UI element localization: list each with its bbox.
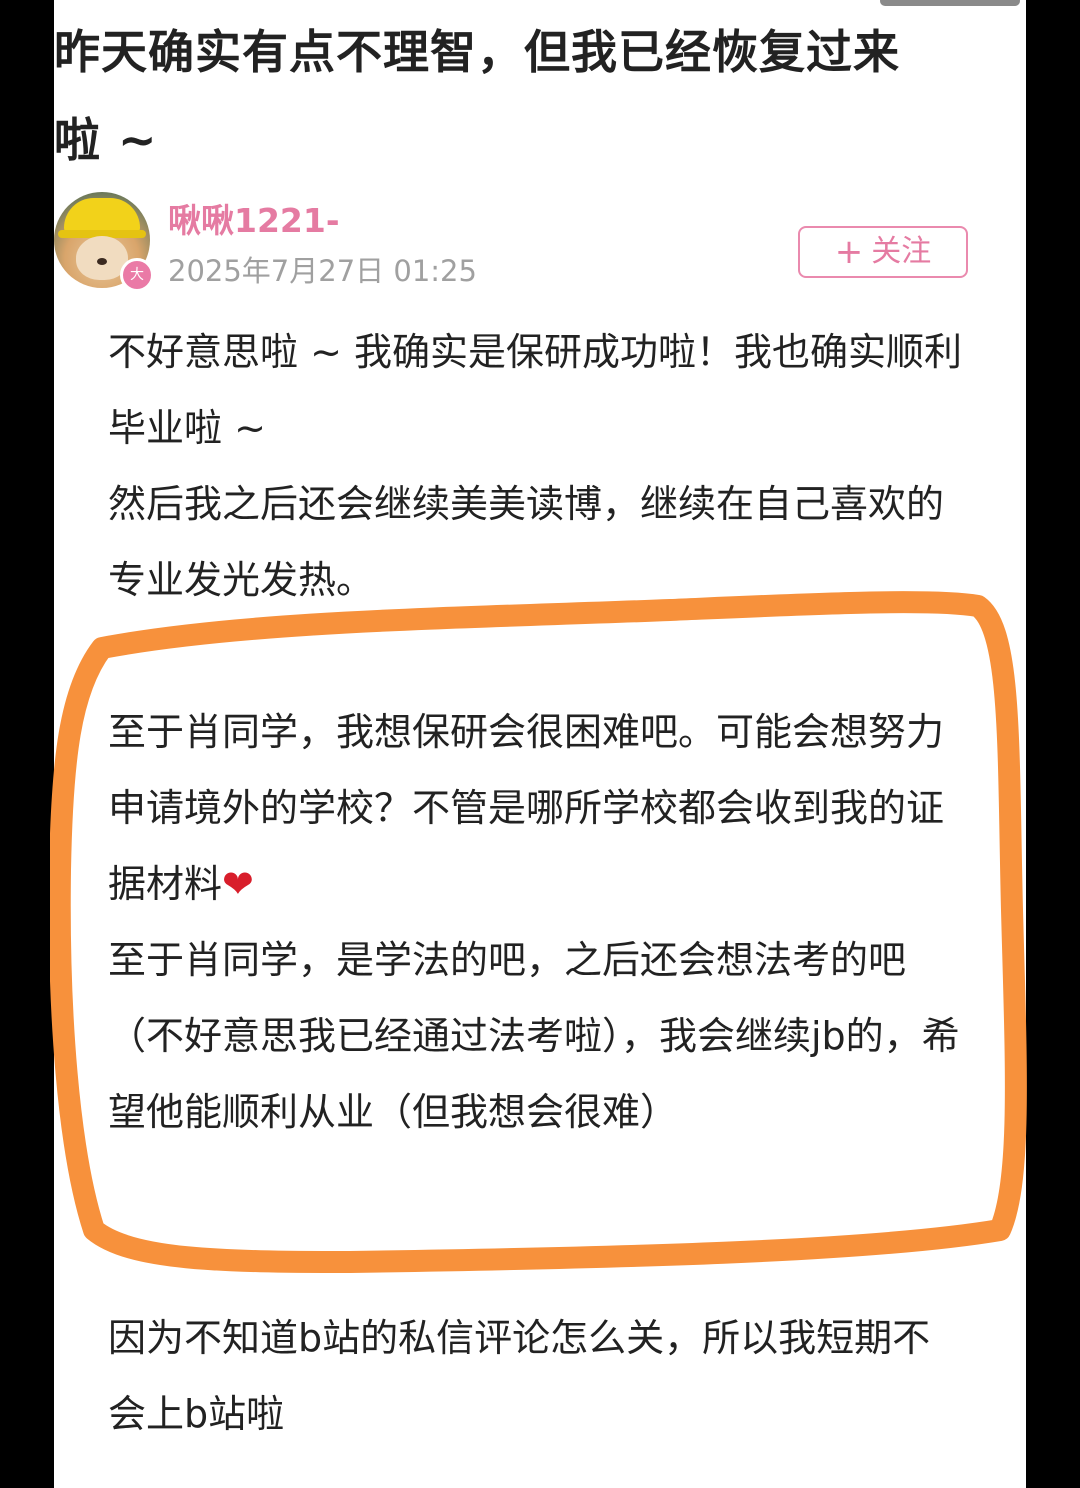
- post-paragraph-2: 至于肖同学，我想保研会很困难吧。可能会想努力申请境外的学校？不管是哪所学校都会收…: [108, 694, 968, 1150]
- author-name[interactable]: 啾啾1221-: [168, 194, 340, 242]
- post-paragraph-3: 因为不知道b站的私信评论怎么关，所以我短期不会上b站啦: [108, 1300, 968, 1452]
- dog-nose-icon: [97, 258, 107, 265]
- author-row: 大 啾啾1221- 2025年7月27日 01:25 + 关注: [54, 192, 968, 292]
- follow-button[interactable]: + 关注: [798, 226, 968, 278]
- post-text: 不好意思啦 ~ 我确实是保研成功啦！我也确实顺利毕业啦 ~: [108, 330, 963, 450]
- post-text: 至于肖同学，我想保研会很困难吧。可能会想努力申请境外的学校？不管是哪所学校都会收…: [108, 694, 968, 922]
- post-text: 然后我之后还会继续美美读博，继续在自己喜欢的专业发光发热。: [108, 482, 945, 602]
- post-timestamp: 2025年7月27日 01:25: [168, 254, 477, 288]
- heart-icon: ❤: [222, 862, 254, 906]
- screen: 昨天确实有点不理智，但我已经恢复过来啦 ~ 大 啾啾1221- 2025年7月2…: [0, 0, 1080, 1488]
- post-title: 昨天确实有点不理智，但我已经恢复过来啦 ~: [54, 25, 900, 167]
- follow-label: 关注: [871, 234, 932, 269]
- hardhat-icon: [64, 198, 140, 234]
- post-text: 至于肖同学，是学法的吧，之后还会想法考的吧（不好意思我已经通过法考啦），我会继续…: [108, 938, 960, 1134]
- level-badge: 大: [120, 258, 154, 292]
- post-paragraph-1: 不好意思啦 ~ 我确实是保研成功啦！我也确实顺利毕业啦 ~ 然后我之后还会继续美…: [108, 314, 968, 618]
- post-text: 因为不知道b站的私信评论怎么关，所以我短期不会上b站啦: [108, 1316, 931, 1436]
- scroll-handle[interactable]: [880, 0, 1020, 6]
- plus-icon: +: [834, 232, 864, 272]
